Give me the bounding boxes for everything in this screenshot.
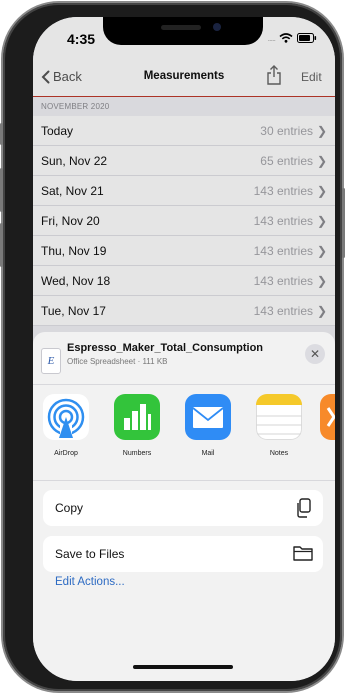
phone-frame: 4:35 ..... Back Measurements Edit NOVEMB…: [0, 3, 345, 691]
file-meta: Office Spreadsheet · 111 KB: [67, 357, 168, 366]
airdrop-icon: [43, 394, 89, 440]
edit-actions-link[interactable]: Edit Actions...: [55, 576, 125, 588]
file-header: E Espresso_Maker_Total_Consumption Offic…: [33, 332, 335, 385]
close-icon: ✕: [309, 347, 321, 361]
power-button: [342, 188, 345, 258]
itunes-icon: [320, 394, 335, 440]
folder-icon: [293, 546, 313, 561]
app-numbers[interactable]: Numbers: [114, 394, 160, 457]
copy-label: Copy: [55, 501, 84, 515]
home-indicator: [133, 665, 233, 669]
app-label: Notes: [269, 450, 289, 457]
speaker: [161, 25, 201, 30]
volume-up-button: [0, 168, 3, 212]
camera: [213, 23, 221, 31]
app-row: AirDrop Numbers Mail Notes: [33, 394, 335, 481]
share-sheet: E Espresso_Maker_Total_Consumption Offic…: [33, 332, 335, 681]
app-label: Numbers: [122, 450, 152, 457]
copy-icon: [297, 498, 311, 518]
notch: [103, 17, 263, 45]
app-airdrop[interactable]: AirDrop: [43, 394, 89, 457]
mute-switch: [0, 123, 3, 145]
volume-down-button: [0, 223, 3, 267]
save-to-files-label: Save to Files: [55, 547, 125, 561]
app-itunes[interactable]: iT: [320, 394, 335, 440]
close-button[interactable]: ✕: [305, 344, 325, 364]
save-to-files-action[interactable]: Save to Files: [43, 536, 323, 572]
mail-icon: [185, 394, 231, 440]
app-mail[interactable]: Mail: [185, 394, 231, 457]
numbers-icon: [114, 394, 160, 440]
copy-action[interactable]: Copy: [43, 490, 323, 526]
app-label: AirDrop: [54, 450, 78, 457]
app-label: Mail: [201, 450, 215, 457]
spreadsheet-file-icon: E: [41, 348, 61, 374]
file-name: Espresso_Maker_Total_Consumption: [67, 342, 264, 354]
app-notes[interactable]: Notes: [256, 394, 302, 457]
screen: 4:35 ..... Back Measurements Edit NOVEMB…: [33, 17, 335, 681]
notes-icon: [256, 394, 302, 440]
